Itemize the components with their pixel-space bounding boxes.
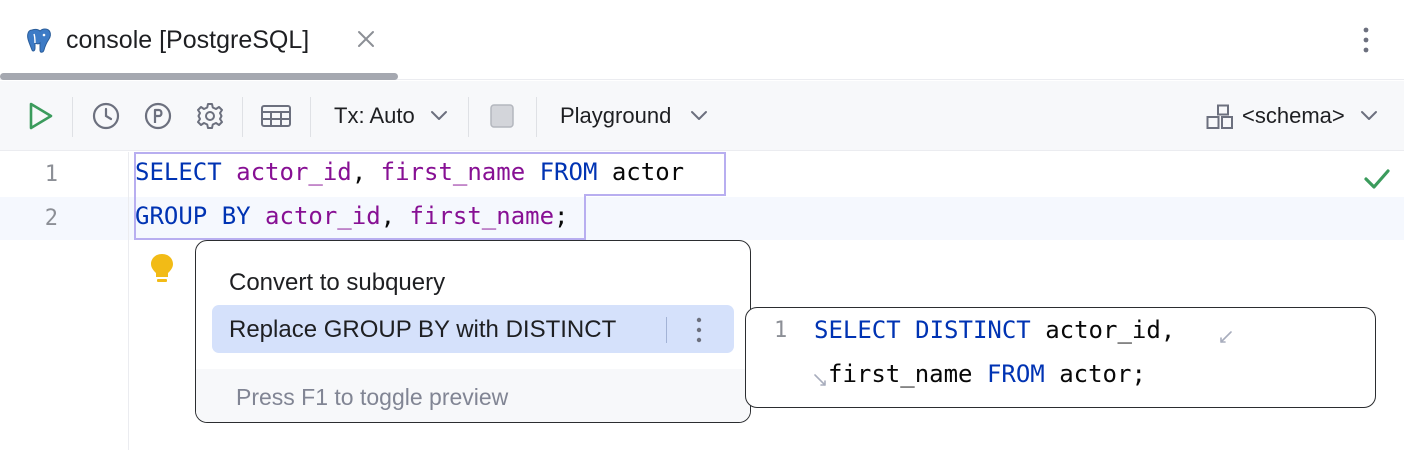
more-vertical-icon[interactable]: [692, 315, 706, 345]
code-text: actor_id,: [1030, 316, 1176, 344]
chevron-down-icon[interactable]: [1360, 109, 1378, 123]
code-text: ,: [380, 202, 410, 230]
schema-selector[interactable]: <schema>: [1242, 101, 1345, 131]
parameter-p-icon: [144, 102, 172, 130]
intention-preview-popup: 1 SELECT DISTINCT actor_id, first_name F…: [745, 307, 1376, 408]
run-icon: [29, 102, 53, 130]
soft-wrap-icon: [814, 374, 826, 386]
toolbar-separator: [468, 97, 469, 137]
toolbar-separator: [310, 97, 311, 137]
more-vertical-icon[interactable]: [1354, 24, 1378, 56]
keyword: GROUP BY: [135, 202, 251, 230]
gear-icon: [197, 103, 223, 129]
settings-button[interactable]: [192, 98, 228, 134]
checkmark-icon[interactable]: [1362, 166, 1392, 192]
intention-convert-to-subquery[interactable]: Convert to subquery: [229, 267, 445, 299]
stop-icon: [490, 104, 514, 128]
keyword: FROM: [539, 158, 598, 186]
toggle-preview-hint: Press F1 to toggle preview: [236, 384, 509, 410]
column-identifier: actor_id: [236, 158, 352, 186]
column-identifier: first_name: [409, 202, 555, 230]
toolbar-separator: [242, 97, 243, 137]
toolbar-separator: [536, 97, 537, 137]
intention-actions-popup: Convert to subquery Replace GROUP BY wit…: [195, 240, 751, 423]
table-identifier: actor: [597, 158, 685, 186]
keyword: FROM: [986, 360, 1045, 388]
close-icon[interactable]: [355, 28, 377, 50]
history-button[interactable]: [88, 98, 124, 134]
toolbar-separator: [72, 97, 73, 137]
transaction-mode-dropdown[interactable]: Tx: Auto: [334, 101, 415, 131]
execute-button[interactable]: [22, 98, 58, 134]
code-line-2[interactable]: GROUP BY actor_id, first_name;: [135, 202, 569, 230]
keyword: SELECT: [135, 158, 222, 186]
chevron-down-icon[interactable]: [430, 109, 448, 123]
intention-replace-group-by-with-distinct[interactable]: Replace GROUP BY with DISTINCT: [229, 314, 616, 346]
column-identifier: first_name: [380, 158, 526, 186]
output-table-button[interactable]: [258, 98, 294, 134]
parameters-button[interactable]: [140, 98, 176, 134]
lightbulb-icon[interactable]: [148, 252, 176, 286]
editor-tab-bar: console [PostgreSQL]: [0, 0, 1404, 80]
tab-title: console [PostgreSQL]: [66, 26, 310, 54]
preview-line-number: 1: [774, 318, 788, 343]
line-number: 2: [44, 206, 58, 231]
playground-dropdown[interactable]: Playground: [560, 101, 671, 131]
code-text: first_name: [828, 360, 987, 388]
code-line-1[interactable]: SELECT actor_id, first_name FROM actor: [135, 158, 684, 186]
preview-code-line-2: first_name FROM actor;: [828, 360, 1146, 388]
keyword: DISTINCT: [915, 316, 1031, 344]
chevron-down-icon[interactable]: [690, 109, 708, 123]
preview-code-line-1: SELECT DISTINCT actor_id,: [814, 316, 1175, 344]
line-number: 1: [44, 162, 58, 187]
tab-console-postgresql[interactable]: console [PostgreSQL]: [0, 0, 398, 80]
item-separator: [666, 317, 667, 343]
postgresql-elephant-icon: [27, 28, 51, 53]
gutter-divider: [128, 152, 129, 450]
table-grid-icon: [261, 105, 291, 127]
query-highlight-box: [584, 194, 726, 196]
schema-icon: [1206, 104, 1233, 129]
column-identifier: actor_id: [265, 202, 381, 230]
keyword: SELECT: [814, 316, 901, 344]
console-toolbar: Tx: Auto Playground <schema>: [0, 81, 1404, 151]
stop-button[interactable]: [484, 98, 520, 134]
code-text: ;: [554, 202, 569, 230]
soft-wrap-icon: [1220, 331, 1232, 343]
clock-icon: [92, 102, 120, 130]
code-text: actor;: [1044, 360, 1146, 388]
active-tab-indicator: [0, 73, 398, 80]
code-text: ,: [351, 158, 381, 186]
